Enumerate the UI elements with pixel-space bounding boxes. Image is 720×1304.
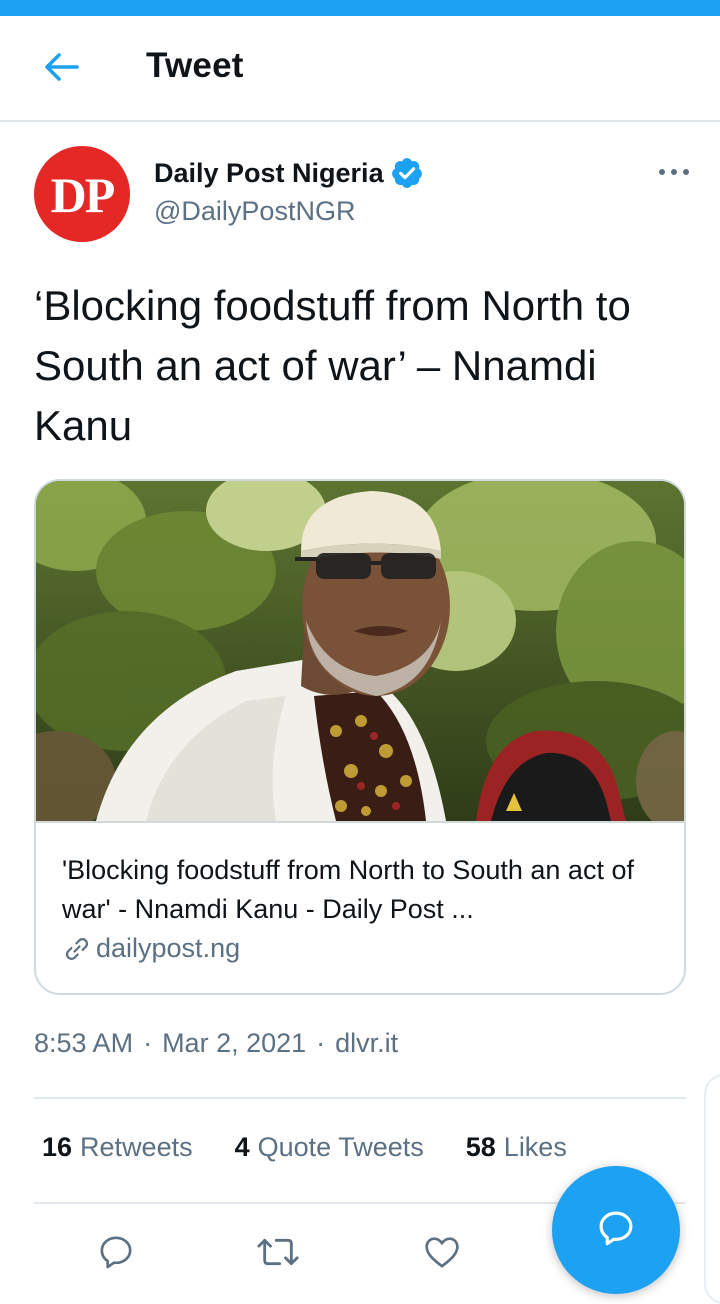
more-options-button[interactable] — [654, 158, 694, 186]
reply-icon — [96, 1232, 136, 1277]
side-panel-edge[interactable] — [704, 1074, 720, 1304]
like-button[interactable] — [414, 1226, 470, 1282]
avatar-logo-text: DP — [50, 167, 116, 223]
back-button[interactable] — [38, 46, 84, 92]
meta-separator: · — [143, 1028, 153, 1058]
divider — [34, 1097, 686, 1099]
display-name-row: Daily Post Nigeria — [154, 156, 424, 190]
tweet-date[interactable]: Mar 2, 2021 — [162, 1028, 306, 1059]
link-preview-image — [36, 481, 684, 821]
avatar[interactable]: DP — [34, 146, 130, 242]
more-horizontal-icon — [658, 163, 690, 181]
page-title: Tweet — [146, 46, 244, 85]
link-icon — [62, 934, 92, 964]
retweets-count: 16 — [42, 1132, 73, 1162]
retweets-stat[interactable]: 16 Retweets — [42, 1132, 193, 1163]
display-name[interactable]: Daily Post Nigeria — [154, 158, 384, 189]
verified-badge-icon — [390, 156, 424, 190]
reply-button[interactable] — [88, 1226, 144, 1282]
likes-count: 58 — [465, 1132, 496, 1162]
compose-reply-button[interactable] — [552, 1166, 680, 1294]
top-bar: Tweet — [0, 16, 720, 122]
meta-separator: · — [316, 1028, 326, 1058]
likes-label: Likes — [503, 1132, 567, 1162]
status-strip — [0, 0, 720, 16]
retweet-button[interactable] — [250, 1226, 306, 1282]
link-preview-body: 'Blocking foodstuff from North to South … — [36, 821, 684, 993]
link-preview-domain-text: dailypost.ng — [96, 933, 241, 963]
tweet-time[interactable]: 8:53 AM — [34, 1028, 133, 1059]
retweet-icon — [256, 1232, 300, 1277]
tweet-author: DP Daily Post Nigeria @DailyPostNGR — [34, 146, 694, 246]
user-handle[interactable]: @DailyPostNGR — [154, 196, 355, 227]
heart-icon — [422, 1232, 462, 1277]
retweets-label: Retweets — [80, 1132, 193, 1162]
tweet-source[interactable]: dlvr.it — [335, 1028, 398, 1059]
quote-tweets-count: 4 — [234, 1132, 250, 1162]
quote-tweets-label: Quote Tweets — [257, 1132, 424, 1162]
link-preview-card[interactable]: 'Blocking foodstuff from North to South … — [34, 479, 686, 995]
tweet-text: ‘Blocking foodstuff from North to South … — [34, 282, 631, 449]
compose-reply-icon — [595, 1207, 637, 1254]
engagement-stats: 16 Retweets 4 Quote Tweets 58 Likes — [42, 1132, 609, 1163]
arrow-left-icon — [43, 52, 79, 87]
link-preview-domain: dailypost.ng — [62, 933, 240, 964]
quote-tweets-stat[interactable]: 4 Quote Tweets — [235, 1132, 424, 1163]
tweet-metadata: 8:53 AM · Mar 2, 2021 · dlvr.it — [34, 1028, 398, 1059]
link-preview-title: 'Blocking foodstuff from North to South … — [62, 855, 634, 924]
likes-stat[interactable]: 58 Likes — [466, 1132, 567, 1163]
